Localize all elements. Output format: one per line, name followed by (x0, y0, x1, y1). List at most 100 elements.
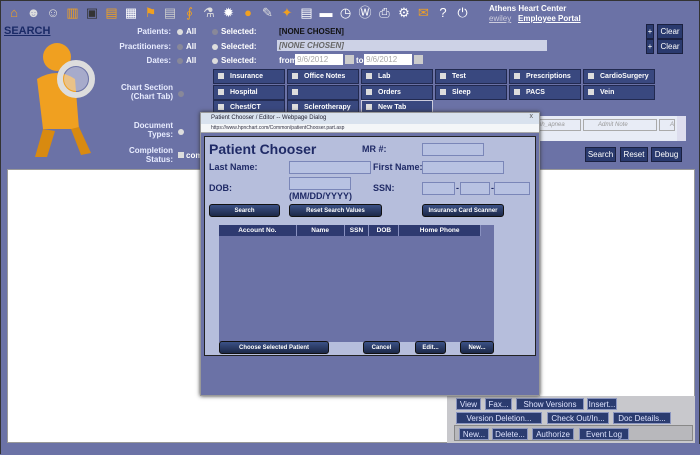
note-icon[interactable]: ✦ (278, 4, 296, 22)
chart-section-checkbox[interactable]: Correspondence (287, 84, 359, 109)
power-icon[interactable]: ⏻ (454, 4, 472, 22)
flag-icon[interactable]: ⚑ (142, 4, 160, 22)
column-header[interactable]: Account No. (219, 225, 297, 236)
ssn-input-3[interactable] (494, 182, 530, 195)
dates-all-radio[interactable]: All (177, 56, 196, 65)
action-button-delete[interactable]: Delete... (492, 428, 528, 440)
chart-icon[interactable]: ▥ (64, 4, 82, 22)
last-name-input[interactable] (289, 161, 371, 174)
doc-type-item[interactable]: Admit Note (583, 119, 657, 131)
doc-types-list[interactable]: ph_apnea Admit Note A (531, 116, 686, 141)
patients-all-radio[interactable]: All (177, 27, 196, 36)
completion-checkbox[interactable]: com (178, 151, 202, 160)
practitioners-value[interactable]: [NONE CHOSEN] (277, 40, 547, 51)
checkbox-icon (218, 88, 224, 95)
column-header[interactable]: Home Phone (399, 225, 481, 236)
ssn-input-2[interactable] (460, 182, 490, 195)
column-header[interactable]: Name (297, 225, 345, 236)
action-button-insert[interactable]: Insert... (587, 398, 617, 410)
document-icon[interactable]: ▤ (161, 4, 179, 22)
patients-clear-button[interactable]: Clear (657, 24, 683, 39)
cart-icon[interactable]: ▤ (103, 4, 121, 22)
action-button-new[interactable]: New... (459, 428, 489, 440)
reset-search-values-button[interactable]: Reset Search Values (289, 204, 382, 217)
cancel-button[interactable]: Cancel (363, 341, 400, 354)
chart-section-checkbox[interactable]: Sleep (435, 84, 507, 100)
chart-section-checkbox[interactable]: Lab (361, 69, 433, 84)
practitioners-add-button[interactable]: + (646, 39, 654, 54)
chart-section-checkbox[interactable]: Orders (361, 84, 433, 100)
dob-input[interactable] (289, 177, 351, 190)
chart-section-checkbox[interactable]: Office Notes (287, 69, 359, 84)
practitioners-clear-button[interactable]: Clear (657, 39, 683, 54)
action-button-view[interactable]: View (456, 398, 481, 410)
practitioners-selected-radio[interactable]: Selected: (212, 42, 257, 51)
employee-portal-link[interactable]: Employee Portal (518, 14, 581, 23)
date-from-input[interactable]: 9/6/2012 (295, 54, 343, 65)
choose-selected-patient-button[interactable]: Choose Selected Patient (219, 341, 329, 354)
mr-input[interactable] (422, 143, 484, 156)
patients-add-button[interactable]: + (646, 24, 654, 39)
ssn-input-1[interactable] (422, 182, 455, 195)
new-patient-button[interactable]: New... (460, 341, 494, 354)
calendar-icon[interactable] (414, 55, 423, 64)
dates-selected-radio[interactable]: Selected: (212, 56, 257, 65)
search-button[interactable]: Search (585, 147, 616, 162)
action-button-check-out-in[interactable]: Check Out/In... (547, 412, 609, 424)
doc-type-item[interactable]: A (659, 119, 675, 131)
wordpress-icon[interactable]: Ⓦ (356, 4, 374, 22)
action-button-authorize[interactable]: Authorize (532, 428, 574, 440)
chart-section-checkbox[interactable]: Prescriptions (509, 69, 581, 84)
doc-types-radio[interactable] (178, 128, 184, 135)
chart-section-checkbox[interactable]: Hospital (213, 84, 285, 100)
folder-icon[interactable]: ▬ (317, 4, 335, 22)
calendar-icon[interactable] (345, 55, 354, 64)
chart-section-label: CardioSurgery (600, 73, 649, 80)
flask-icon[interactable]: ⚗ (200, 4, 218, 22)
reset-button[interactable]: Reset (620, 147, 648, 162)
scrollbar[interactable] (677, 116, 686, 141)
debug-button[interactable]: Debug (651, 147, 682, 162)
ssn-label: SSN: (373, 183, 395, 193)
chart-section-checkbox[interactable]: Test (435, 69, 507, 84)
close-icon[interactable]: x (530, 113, 534, 120)
printer-icon[interactable]: ⎙ (376, 4, 394, 22)
sun-icon[interactable]: ✹ (220, 4, 238, 22)
home-icon[interactable]: ⌂ (5, 4, 23, 22)
stethoscope-icon[interactable]: ∮ (181, 4, 199, 22)
chart-section-checkbox[interactable]: PACS (509, 84, 581, 100)
chart-section-label: Vein (600, 88, 615, 96)
help-icon[interactable]: ? (434, 4, 452, 22)
chart-section-checkbox[interactable]: Insurance (213, 69, 285, 84)
action-button-show-versions[interactable]: Show Versions (516, 398, 584, 410)
clock-icon[interactable]: ◷ (337, 4, 355, 22)
chart-section-radio[interactable] (178, 90, 184, 97)
form-icon[interactable]: ▤ (298, 4, 316, 22)
action-button-version-deletion[interactable]: Version Deletion... (456, 412, 542, 424)
date-to-input[interactable]: 9/6/2012 (364, 54, 412, 65)
practitioners-all-radio[interactable]: All (177, 42, 196, 51)
calendar-icon[interactable]: ▦ (122, 4, 140, 22)
chart-section-checkbox[interactable]: Vein (583, 84, 655, 100)
monitor-icon[interactable]: ▣ (83, 4, 101, 22)
column-header[interactable]: SSN (345, 225, 370, 236)
first-name-label: First Name: (373, 162, 423, 172)
mail-icon[interactable]: ✉ (415, 4, 433, 22)
edit-button[interactable]: Edit... (415, 341, 446, 354)
chart-section-checkbox[interactable]: CardioSurgery (583, 69, 655, 84)
user-link[interactable]: ewiley (489, 14, 511, 23)
doctor-icon[interactable]: ☻ (25, 4, 43, 22)
patients-selected-radio[interactable]: Selected: (212, 27, 257, 36)
gear-icon[interactable]: ⚙ (395, 4, 413, 22)
syringe-icon[interactable]: ✎ (259, 4, 277, 22)
dialog-search-button[interactable]: Search (209, 204, 280, 217)
first-name-input[interactable] (422, 161, 504, 174)
action-button-fax[interactable]: Fax... (485, 398, 512, 410)
column-header[interactable]: DOB (369, 225, 400, 236)
doc-type-item[interactable]: ph_apnea (533, 119, 581, 131)
pills-icon[interactable]: ● (239, 4, 257, 22)
insurance-card-scanner-button[interactable]: Insurance Card Scanner (422, 204, 504, 217)
action-button-doc-details[interactable]: Doc Details... (613, 412, 671, 424)
action-button-event-log[interactable]: Event Log (579, 428, 629, 440)
nurse-icon[interactable]: ☺ (44, 4, 62, 22)
